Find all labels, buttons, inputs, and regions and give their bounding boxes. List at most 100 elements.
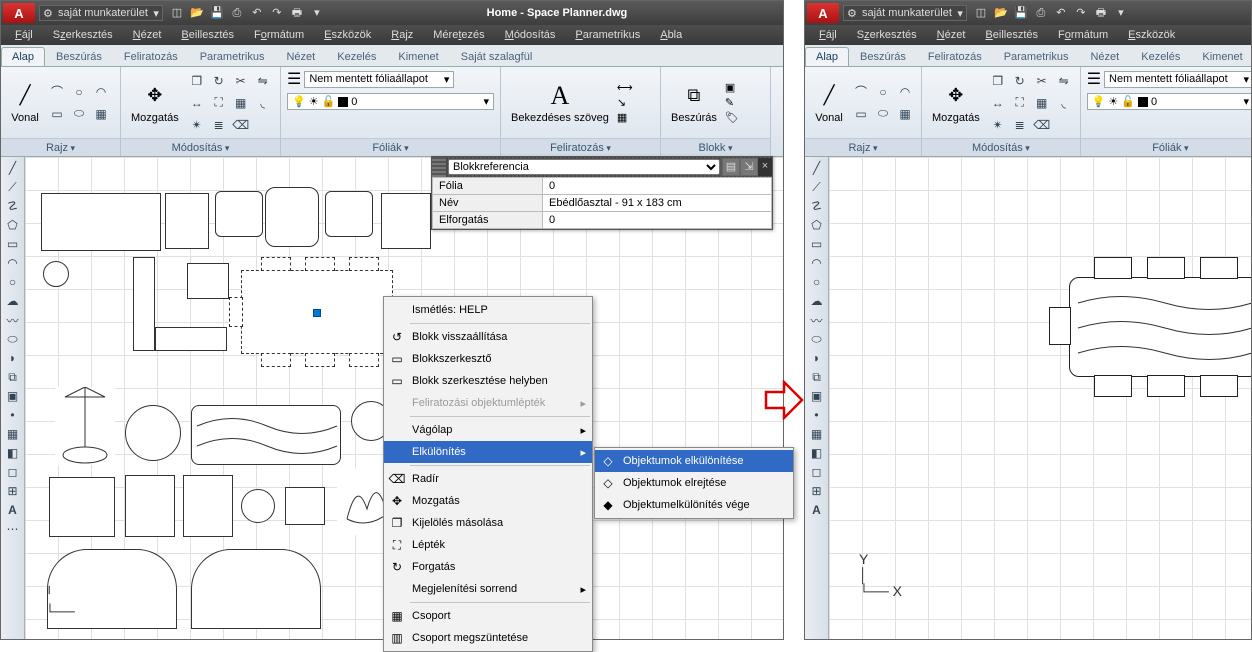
ctx-item[interactable]: ⌫Radír: [384, 468, 592, 490]
qat-open-icon[interactable]: 📂: [189, 5, 205, 21]
tb-ellipse-icon[interactable]: ⬭: [3, 330, 23, 348]
tb-table-icon[interactable]: ⊞: [3, 482, 23, 500]
menu-item[interactable]: Nézet: [927, 27, 976, 43]
layer-props-icon[interactable]: ☰: [1087, 69, 1101, 89]
menu-item[interactable]: Formátum: [1048, 27, 1118, 43]
ribbon-tab[interactable]: Kimenet: [387, 47, 449, 66]
tb-arc-icon[interactable]: ◠: [807, 254, 827, 272]
layer-state-dropdown[interactable]: Nem mentett fóliaállapot: [1104, 71, 1252, 88]
layer-props-icon[interactable]: ☰: [287, 69, 301, 89]
tb-ellipse-icon[interactable]: ⬭: [807, 330, 827, 348]
ribbon-tab[interactable]: Parametrikus: [993, 47, 1080, 66]
tb-insert-icon[interactable]: ⧉: [807, 368, 827, 386]
context-submenu-isolate[interactable]: ◇Objektumok elkülönítése ◇Objektumok elr…: [594, 447, 794, 519]
rotate-icon[interactable]: ↻: [1010, 71, 1030, 91]
qat-saveas-icon[interactable]: ⎙: [1033, 5, 1049, 21]
menu-item[interactable]: Nézet: [123, 27, 172, 43]
menu-item[interactable]: Fájl: [809, 27, 847, 43]
panel-title-draw[interactable]: Rajz: [1, 138, 120, 156]
ctx-repeat[interactable]: Ismétlés: HELP: [384, 299, 592, 321]
ctx-sub-item[interactable]: ◇Objektumok elkülönítése: [595, 450, 793, 472]
tb-polygon-icon[interactable]: ⬠: [807, 216, 827, 234]
properties-palette[interactable]: Blokkreferencia ▤ ⇲ × Fólia0 NévEbédlőas…: [431, 156, 773, 230]
ribbon-tab[interactable]: Parametrikus: [189, 47, 276, 66]
ribbon-tab[interactable]: Kimenet: [1191, 47, 1252, 66]
hatch-icon[interactable]: ▦: [91, 104, 111, 124]
explode-icon[interactable]: ✴: [187, 115, 207, 135]
ribbon-tab[interactable]: Beszúrás: [45, 47, 113, 66]
offset-icon[interactable]: ≣: [209, 115, 229, 135]
copy-icon[interactable]: ❐: [187, 71, 207, 91]
circle-icon[interactable]: ○: [69, 82, 89, 102]
menu-item[interactable]: Parametrikus: [565, 27, 650, 43]
panel-title-layers[interactable]: Fóliák: [281, 138, 500, 156]
scale-icon[interactable]: ⛶: [1010, 93, 1030, 113]
layer-current-dropdown[interactable]: 💡 ☀ 🔓 0: [1087, 93, 1252, 110]
tb-pline-icon[interactable]: ☡: [807, 197, 827, 215]
table-icon[interactable]: ▦: [617, 111, 633, 124]
insert-button[interactable]: ⧉Beszúrás: [667, 80, 721, 126]
tb-revcloud-icon[interactable]: ☁: [807, 292, 827, 310]
tb-circle-icon[interactable]: ○: [3, 273, 23, 291]
dim-linear-icon[interactable]: ⟷: [617, 81, 633, 94]
tb-circle-icon[interactable]: ○: [807, 273, 827, 291]
qat-open-icon[interactable]: 📂: [993, 5, 1009, 21]
tb-ellipsearc-icon[interactable]: ◗: [3, 349, 23, 367]
prop-value[interactable]: 0: [543, 178, 772, 195]
context-menu[interactable]: Ismétlés: HELP ↺Blokk visszaállítása ▭Bl…: [383, 296, 593, 652]
ribbon-tab[interactable]: Feliratozás: [113, 47, 189, 66]
menu-item[interactable]: Rajz: [381, 27, 423, 43]
close-icon[interactable]: ×: [758, 158, 772, 176]
ctx-sub-item[interactable]: ◆Objektumelkülönítés vége: [595, 494, 793, 516]
ribbon-tab[interactable]: Kezelés: [1130, 47, 1191, 66]
create-block-icon[interactable]: ▣: [725, 81, 739, 94]
explode-icon[interactable]: ✴: [988, 115, 1008, 135]
erase-icon[interactable]: ⌫: [231, 115, 251, 135]
panel-title-block[interactable]: Blokk: [661, 138, 770, 156]
tb-hatch-icon[interactable]: ▦: [3, 425, 23, 443]
prop-value[interactable]: Ebédlőasztal - 91 x 183 cm: [543, 195, 772, 212]
qat-save-icon[interactable]: 💾: [209, 5, 225, 21]
panel-title-annotate[interactable]: Feliratozás: [501, 138, 660, 156]
circle-icon[interactable]: ○: [873, 82, 893, 102]
layer-state-dropdown[interactable]: Nem mentett fóliaállapot: [304, 71, 454, 88]
tb-point-icon[interactable]: •: [807, 406, 827, 424]
edit-block-icon[interactable]: ✎: [725, 96, 739, 109]
erase-icon[interactable]: ⌫: [1032, 115, 1052, 135]
tb-gradient-icon[interactable]: ◧: [3, 444, 23, 462]
tb-line-icon[interactable]: ╱: [807, 159, 827, 177]
arc-icon[interactable]: ◠: [91, 82, 111, 102]
app-logo[interactable]: A: [3, 3, 35, 23]
ctx-item[interactable]: ✥Mozgatás: [384, 490, 592, 512]
ctx-item[interactable]: ↺Blokk visszaállítása: [384, 326, 592, 348]
object-type-dropdown[interactable]: Blokkreferencia: [448, 159, 720, 175]
layer-current-dropdown[interactable]: 💡 ☀ 🔓 0: [287, 93, 494, 110]
palette-grip[interactable]: [432, 157, 446, 177]
tb-block-icon[interactable]: ▣: [3, 387, 23, 405]
text-button[interactable]: ABekezdéses szöveg: [507, 80, 613, 126]
trim-icon[interactable]: ✂: [231, 71, 251, 91]
menu-item[interactable]: Szerkesztés: [847, 27, 927, 43]
arc-icon[interactable]: ◠: [895, 82, 915, 102]
stretch-icon[interactable]: ↔: [187, 93, 207, 113]
ribbon-tab[interactable]: Nézet: [1079, 47, 1130, 66]
ribbon-tab-alap[interactable]: Alap: [1, 47, 45, 66]
tb-mtext-icon[interactable]: A: [3, 501, 23, 519]
fillet-icon[interactable]: ◟: [253, 93, 273, 113]
scale-icon[interactable]: ⛶: [209, 93, 229, 113]
tb-rect-icon[interactable]: ▭: [3, 235, 23, 253]
ctx-item[interactable]: ▦Csoport: [384, 605, 592, 627]
tb-xline-icon[interactable]: ⟋: [3, 178, 23, 196]
mirror-icon[interactable]: ⇋: [1054, 71, 1074, 91]
tb-line-icon[interactable]: ╱: [3, 159, 23, 177]
qat-undo-icon[interactable]: ↶: [1053, 5, 1069, 21]
ribbon-tab-alap[interactable]: Alap: [805, 47, 849, 66]
tb-hatch-icon[interactable]: ▦: [807, 425, 827, 443]
ribbon-tab[interactable]: Saját szalagfül: [450, 47, 544, 66]
menu-item[interactable]: Módosítás: [495, 27, 566, 43]
ctx-item[interactable]: ❐Kijelölés másolása: [384, 512, 592, 534]
qat-save-icon[interactable]: 💾: [1013, 5, 1029, 21]
tb-gradient-icon[interactable]: ◧: [807, 444, 827, 462]
qat-more-icon[interactable]: ▾: [309, 5, 325, 21]
polyline-icon[interactable]: ⌒: [47, 82, 67, 102]
